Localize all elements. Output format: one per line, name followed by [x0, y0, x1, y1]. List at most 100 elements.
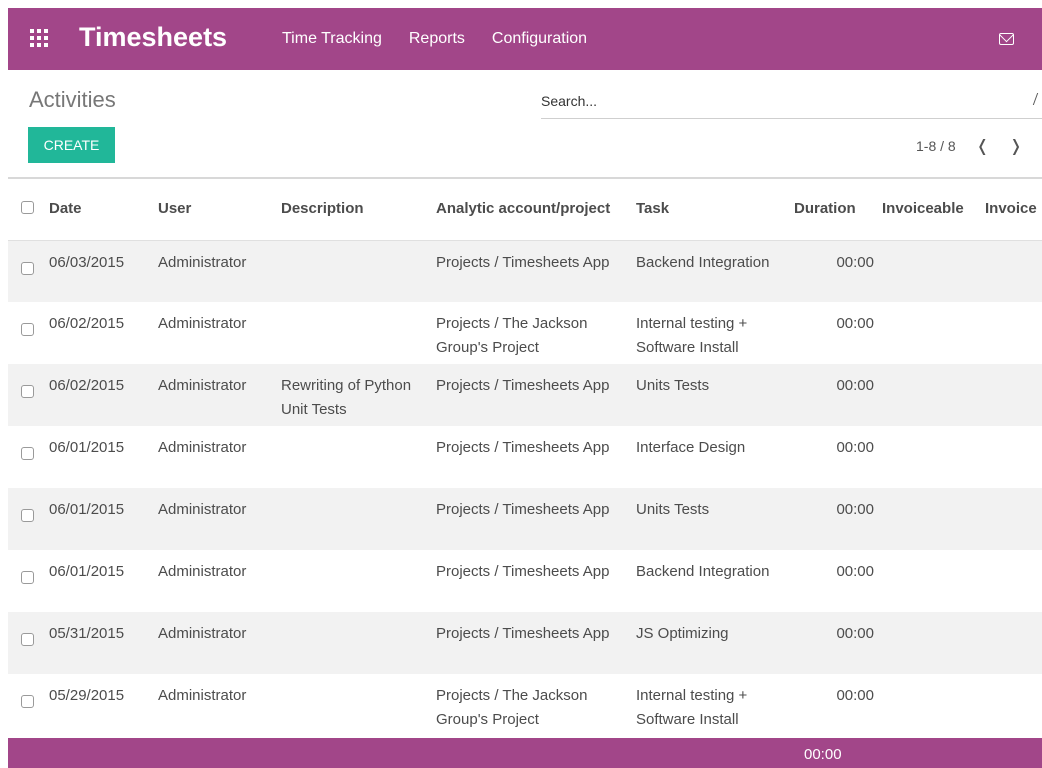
- cell-invoice: [985, 674, 1042, 736]
- row-select-cell: [8, 240, 49, 302]
- total-duration: 00:00: [804, 746, 842, 763]
- cell-project: Projects / Timesheets App: [436, 253, 610, 271]
- pager-value[interactable]: 1-8 / 8: [916, 138, 956, 154]
- cell-task: Units Tests: [636, 377, 710, 394]
- col-project[interactable]: Analytic account/project: [436, 178, 636, 240]
- cell-task: Interface Design: [636, 439, 746, 456]
- top-navbar: Timesheets Time Tracking Reports Configu…: [8, 8, 1042, 70]
- cell-date: 06/01/2015: [49, 563, 125, 580]
- cell-duration: 00:00: [836, 687, 874, 704]
- cell-description: [281, 488, 436, 550]
- cell-task: Internal testing + Software Install: [636, 687, 748, 728]
- cell-description: [281, 426, 436, 488]
- col-invoiceable[interactable]: Invoiceable: [882, 178, 985, 240]
- table-row[interactable]: 06/01/2015 Administrator Projects / Timesh…: [8, 550, 1042, 612]
- cell-date: 06/01/2015: [49, 501, 125, 518]
- table-row[interactable]: 06/01/2015 Administrator Projects / Timesh…: [8, 488, 1042, 550]
- cell-invoice: [985, 612, 1042, 674]
- row-select-cell: [8, 488, 49, 550]
- cell-date: 05/31/2015: [49, 625, 125, 642]
- cell-project: Projects / Timesheets App: [436, 377, 610, 394]
- table-row[interactable]: 06/02/2015 Administrator Projects / The Ja…: [8, 302, 1042, 364]
- cell-task: Internal testing + Software Install: [636, 315, 748, 356]
- cell-date: 05/29/2015: [49, 687, 125, 704]
- row-checkbox[interactable]: [21, 695, 34, 708]
- cell-invoiceable: [882, 364, 985, 426]
- table-header: Date User Description Analytic account/p…: [8, 178, 1042, 240]
- app-brand[interactable]: Timesheets: [79, 22, 227, 53]
- table-footer: 00:00: [8, 738, 1042, 768]
- cell-duration: 00:00: [836, 501, 874, 518]
- cell-user: Administrator: [158, 501, 247, 518]
- col-date[interactable]: Date: [49, 178, 158, 240]
- cell-project: Projects / Timesheets App: [436, 501, 610, 518]
- mail-icon[interactable]: [999, 33, 1014, 45]
- cell-date: 06/01/2015: [49, 439, 125, 456]
- row-checkbox[interactable]: [21, 633, 34, 646]
- cell-task: JS Optimizing: [636, 625, 729, 642]
- chevron-left-icon[interactable]: ❬: [976, 136, 989, 156]
- table-body: 06/03/2015 Administrator Projects / Timesh…: [8, 240, 1042, 736]
- chevron-right-icon[interactable]: ❭: [1009, 136, 1022, 156]
- menu-time-tracking[interactable]: Time Tracking: [282, 30, 382, 48]
- row-checkbox[interactable]: [21, 509, 34, 522]
- apps-grid-icon[interactable]: [30, 29, 48, 47]
- cell-invoice: [985, 240, 1042, 302]
- page-title: Activities: [29, 87, 116, 112]
- create-button[interactable]: CREATE: [28, 127, 115, 163]
- row-select-cell: [8, 550, 49, 612]
- cell-user: Administrator: [158, 377, 247, 394]
- timesheet-table: Date User Description Analytic account/p…: [8, 177, 1042, 736]
- row-checkbox[interactable]: [21, 571, 34, 584]
- cell-task: Units Tests: [636, 501, 710, 518]
- cell-duration: 00:00: [836, 315, 874, 332]
- search-icon[interactable]: [1032, 93, 1042, 105]
- table-row[interactable]: 06/01/2015 Administrator Projects / Timesh…: [8, 426, 1042, 488]
- cell-invoiceable: [882, 240, 985, 302]
- table-row[interactable]: 05/29/2015 Administrator Projects / The Ja…: [8, 674, 1042, 736]
- cell-date: 06/02/2015: [49, 377, 125, 394]
- cell-invoice: [985, 426, 1042, 488]
- cell-duration: 00:00: [836, 253, 874, 271]
- row-select-cell: [8, 674, 49, 736]
- cell-duration: 00:00: [836, 625, 874, 642]
- col-duration[interactable]: Duration: [794, 178, 882, 240]
- row-checkbox[interactable]: [21, 261, 34, 275]
- cell-task: Backend Integration: [636, 253, 770, 271]
- cell-user: Administrator: [158, 625, 247, 642]
- pager: 1-8 / 8 ❬ ❭: [916, 136, 1023, 156]
- col-task[interactable]: Task: [636, 178, 794, 240]
- cell-invoice: [985, 364, 1042, 426]
- row-checkbox[interactable]: [21, 323, 34, 336]
- row-select-cell: [8, 364, 49, 426]
- col-invoice[interactable]: Invoice: [985, 178, 1042, 240]
- menu-configuration[interactable]: Configuration: [492, 30, 587, 48]
- row-select-cell: [8, 426, 49, 488]
- cell-project: Projects / Timesheets App: [436, 563, 610, 580]
- cell-user: Administrator: [158, 563, 247, 580]
- cell-invoice: [985, 550, 1042, 612]
- row-checkbox[interactable]: [21, 447, 34, 460]
- select-all-checkbox[interactable]: [21, 201, 34, 215]
- table-row[interactable]: 06/02/2015 Administrator Rewriting of Pyth…: [8, 364, 1042, 426]
- table-row[interactable]: 06/03/2015 Administrator Projects / Timesh…: [8, 240, 1042, 302]
- search-input[interactable]: [541, 90, 1021, 112]
- cell-invoice: [985, 488, 1042, 550]
- cell-task: Backend Integration: [636, 563, 770, 580]
- col-user[interactable]: User: [158, 178, 281, 240]
- row-select-cell: [8, 302, 49, 364]
- cell-description: [281, 240, 436, 302]
- col-description[interactable]: Description: [281, 178, 436, 240]
- row-checkbox[interactable]: [21, 385, 34, 398]
- cell-invoiceable: [882, 488, 985, 550]
- cell-date: 06/03/2015: [49, 253, 125, 271]
- cell-description: [281, 550, 436, 612]
- menu-reports[interactable]: Reports: [409, 30, 465, 48]
- cell-invoiceable: [882, 674, 985, 736]
- table-row[interactable]: 05/31/2015 Administrator Projects / Timesh…: [8, 612, 1042, 674]
- cell-project: Projects / Timesheets App: [436, 625, 610, 642]
- cell-project: Projects / The Jackson Group's Project: [436, 315, 588, 356]
- cell-invoiceable: [882, 612, 985, 674]
- cell-user: Administrator: [158, 253, 247, 271]
- search-box: [541, 90, 1042, 119]
